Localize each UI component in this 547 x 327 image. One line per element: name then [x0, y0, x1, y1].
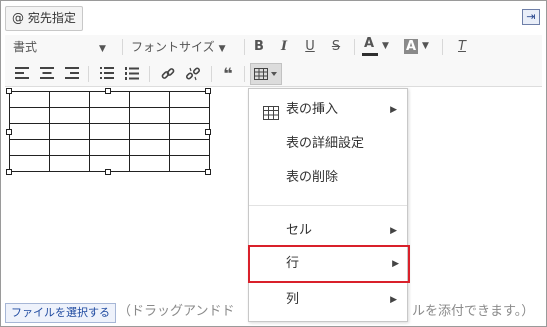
- font-size-dropdown[interactable]: フォントサイズ ▼: [131, 36, 226, 58]
- italic-button[interactable]: I: [273, 36, 295, 58]
- unlink-icon[interactable]: [182, 63, 204, 85]
- toolbar-separator: [211, 66, 212, 82]
- drop-hint-left: （ドラッグアンドド: [118, 304, 235, 319]
- table-icon: [254, 68, 268, 80]
- menu-item-label: 表の挿入: [286, 102, 339, 117]
- chevron-down-icon: ▼: [99, 44, 106, 54]
- clear-format-button[interactable]: T: [451, 36, 473, 58]
- menu-item-label: 列: [286, 292, 300, 307]
- toolbar-separator: [88, 66, 89, 82]
- menu-item-label: 表の削除: [286, 170, 339, 185]
- font-size-dropdown-label: フォントサイズ: [131, 40, 215, 54]
- bold-button[interactable]: B: [248, 36, 270, 58]
- menu-item-delete-table[interactable]: 表の削除: [249, 163, 407, 193]
- resize-handle[interactable]: [6, 88, 12, 94]
- format-dropdown-label: 書式: [13, 40, 38, 54]
- mention-button[interactable]: @ 宛先指定: [5, 6, 83, 31]
- table-context-menu: 表の挿入 ▶ 表の詳細設定 表の削除 セル ▶ 行 ▶ 列 ▶: [248, 88, 410, 322]
- format-dropdown[interactable]: 書式 ▼: [13, 36, 106, 58]
- select-file-button[interactable]: ファイルを選択する: [5, 303, 116, 323]
- table-button[interactable]: [250, 63, 282, 85]
- chevron-down-icon: ▼: [218, 44, 226, 54]
- numbered-list-icon[interactable]: [121, 63, 143, 85]
- toolbar-row-1: 書式 ▼ フォントサイズ ▼ B I U S A ▼ A ▼ T: [5, 35, 542, 59]
- editor-frame: @ 宛先指定 ⇥ 書式▼ フォントサイズ▼ B I U S A ▼ A ▼: [0, 0, 547, 327]
- resize-handle[interactable]: [205, 169, 211, 175]
- chevron-down-icon: ▼: [422, 41, 429, 51]
- link-icon[interactable]: [157, 63, 179, 85]
- menu-item-label: 行: [286, 256, 300, 271]
- collapse-toolbar-button[interactable]: ⇥: [522, 9, 540, 25]
- table-row: [9, 107, 210, 124]
- chevron-down-icon: [271, 72, 277, 76]
- toolbar-separator: [122, 39, 123, 55]
- resize-handle[interactable]: [205, 129, 211, 135]
- editor-toolbar: 書式 ▼ フォントサイズ ▼ B I U S A ▼ A ▼ T ❝: [5, 35, 542, 87]
- menu-item-label: セル: [286, 223, 313, 238]
- toolbar-row-2: ❝: [5, 62, 542, 86]
- align-left-icon[interactable]: [11, 63, 33, 85]
- chevron-down-icon: ▼: [382, 41, 389, 51]
- table-row: [9, 123, 210, 140]
- menu-item-insert-table[interactable]: 表の挿入 ▶: [249, 95, 407, 125]
- chevron-right-icon: ▶: [390, 105, 397, 115]
- chevron-right-icon: ▶: [392, 259, 399, 269]
- resize-handle[interactable]: [105, 88, 111, 94]
- bullet-list-icon[interactable]: [96, 63, 118, 85]
- toolbar-separator: [244, 66, 245, 82]
- toolbar-separator: [442, 39, 443, 55]
- toolbar-separator: [354, 39, 355, 55]
- toolbar-separator: [149, 66, 150, 82]
- resize-handle[interactable]: [6, 129, 12, 135]
- chevron-right-icon: ▶: [390, 226, 397, 236]
- menu-item-table-properties[interactable]: 表の詳細設定: [249, 129, 407, 159]
- align-right-icon[interactable]: [61, 63, 83, 85]
- background-color-button[interactable]: A ▼: [401, 36, 435, 58]
- resize-handle[interactable]: [6, 169, 12, 175]
- table-icon: [263, 102, 279, 132]
- menu-separator: [249, 205, 407, 206]
- underline-button[interactable]: U: [299, 36, 321, 58]
- table-row: [9, 139, 210, 156]
- font-color-swatch: [362, 53, 378, 56]
- menu-item-column[interactable]: 列 ▶: [249, 285, 407, 315]
- font-color-icon: A: [364, 36, 375, 51]
- align-center-icon[interactable]: [36, 63, 58, 85]
- font-color-button[interactable]: A ▼: [361, 36, 395, 58]
- menu-item-cell[interactable]: セル ▶: [249, 216, 407, 246]
- menu-item-label: 表の詳細設定: [286, 136, 365, 151]
- resize-handle[interactable]: [205, 88, 211, 94]
- toolbar-separator: [244, 39, 245, 55]
- chevron-right-icon: ▶: [390, 295, 397, 305]
- menu-item-row[interactable]: 行 ▶: [248, 245, 410, 283]
- resize-handle[interactable]: [105, 169, 111, 175]
- background-color-icon: A: [404, 39, 419, 54]
- inserted-table[interactable]: [9, 91, 210, 172]
- strikethrough-button[interactable]: S: [325, 36, 347, 58]
- quote-icon[interactable]: ❝: [217, 63, 239, 85]
- drop-hint-right: ルを添付できます。）: [412, 304, 535, 319]
